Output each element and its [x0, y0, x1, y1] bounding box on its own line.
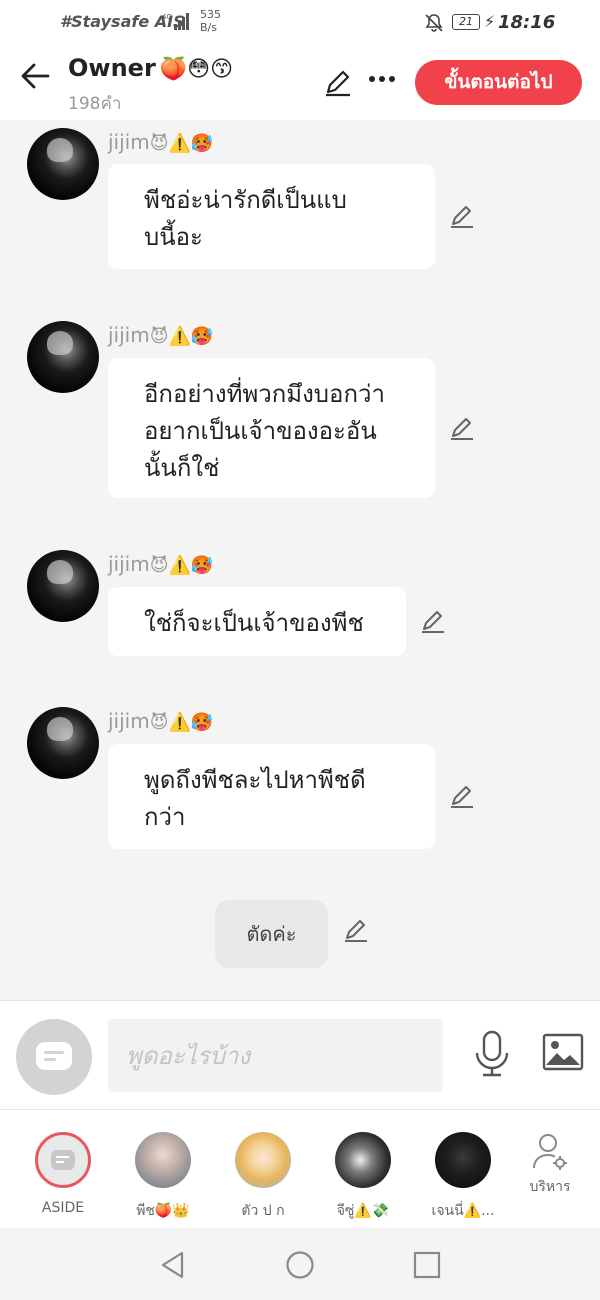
username: jijim😈⚠️🥵	[108, 323, 214, 347]
charging-icon: ⚡	[484, 12, 496, 31]
message-bubble[interactable]: อีกอย่างที่พวกมึงบอกว่า อยากเป็นเจ้าของอ…	[108, 358, 435, 498]
room-character[interactable]: จีซู่⚠️💸	[328, 1132, 398, 1222]
edit-message-icon[interactable]	[419, 607, 447, 635]
avatar[interactable]	[27, 707, 99, 779]
character-avatar	[135, 1132, 191, 1188]
username: jijim😈⚠️🥵	[108, 130, 214, 154]
edit-message-icon[interactable]	[342, 916, 370, 944]
message-bubble[interactable]: ใช่ก็จะเป็นเจ้าของพีช	[108, 587, 406, 656]
battery-icon: 21	[452, 14, 480, 30]
clock: 18:16	[498, 12, 556, 33]
manage-button[interactable]: บริหาร	[520, 1132, 580, 1198]
username: jijim😈⚠️🥵	[108, 552, 214, 576]
username: jijim😈⚠️🥵	[108, 709, 214, 733]
nav-back-icon[interactable]	[158, 1250, 188, 1280]
more-dots-icon[interactable]	[368, 64, 396, 94]
svg-text:4G: 4G	[162, 13, 172, 21]
next-step-button[interactable]: ขั้นตอนต่อไป	[415, 60, 582, 105]
message-line: พูดถึงพีชละไปหาพีชดี	[144, 766, 366, 794]
edit-message-icon[interactable]	[448, 202, 476, 230]
page-title: Owner 🍑😳😙	[68, 54, 233, 82]
chat-bubble-icon	[36, 1042, 72, 1070]
message-line: อยากเป็นเจ้าของอะอัน	[144, 417, 377, 445]
room-label: พีช🍑👑	[136, 1203, 190, 1219]
microphone-icon[interactable]	[472, 1029, 512, 1079]
word-count: 198คำ	[68, 94, 122, 114]
status-bar: #Staysafe AIS 4G 535 B/s 21 ⚡ 18:16	[0, 0, 600, 46]
edit-message-icon[interactable]	[448, 414, 476, 442]
room-character[interactable]: พีช🍑👑	[128, 1132, 198, 1222]
avatar[interactable]	[27, 321, 99, 393]
message-line: ใช่ก็จะเป็นเจ้าของพีช	[144, 609, 364, 637]
chat-area[interactable]: jijim😈⚠️🥵 พีชอ่ะน่ารักดีเป็นแบ บนี้อะ ji…	[0, 120, 600, 1000]
message-line: อีกอย่างที่พวกมึงบอกว่า	[144, 380, 385, 408]
edit-message-icon[interactable]	[448, 782, 476, 810]
narration-bubble[interactable]: ตัดค่ะ	[215, 900, 328, 968]
compose-bar	[0, 1000, 600, 1110]
character-strip: ASIDE พีช🍑👑 ตัว ป ก จีซู่⚠️💸 เจนนี่⚠️...…	[0, 1110, 600, 1228]
character-avatar	[335, 1132, 391, 1188]
avatar[interactable]	[27, 550, 99, 622]
net-speed: 535 B/s	[200, 8, 221, 34]
manage-label: บริหาร	[529, 1179, 571, 1195]
story-title: Owner	[68, 54, 156, 82]
room-character[interactable]: ตัว ป ก	[228, 1132, 298, 1222]
back-arrow-icon[interactable]	[18, 58, 54, 94]
signal-icon: 4G	[162, 13, 189, 30]
chat-header: Owner 🍑😳😙 198คำ ขั้นตอนต่อไป	[0, 46, 600, 120]
room-label: ASIDE	[41, 1200, 85, 1216]
message-line: กว่า	[144, 803, 186, 831]
room-label: เจนนี่⚠️...	[431, 1203, 495, 1219]
message-input[interactable]	[108, 1019, 443, 1092]
nav-recents-icon[interactable]	[412, 1250, 442, 1280]
chat-mode-button[interactable]	[16, 1019, 92, 1095]
edit-pencil-icon[interactable]	[322, 66, 354, 98]
room-character[interactable]: เจนนี่⚠️...	[428, 1132, 498, 1222]
message-bubble[interactable]: พีชอ่ะน่ารักดีเป็นแบ บนี้อะ	[108, 164, 435, 269]
nav-home-icon[interactable]	[285, 1250, 315, 1280]
person-gear-icon	[533, 1134, 567, 1170]
message-line: พีชอ่ะน่ารักดีเป็นแบ	[144, 186, 347, 214]
system-nav-bar	[0, 1228, 600, 1300]
room-label: จีซู่⚠️💸	[336, 1203, 390, 1219]
character-avatar	[235, 1132, 291, 1188]
aside-avatar	[35, 1132, 91, 1188]
chat-bubble-icon	[51, 1150, 75, 1170]
message-line: นั้นก็ใช่	[144, 454, 220, 482]
message-line: บนี้อะ	[144, 223, 203, 251]
title-emoji: 🍑😳😙	[159, 57, 234, 82]
bell-muted-icon	[425, 14, 443, 32]
room-label: ตัว ป ก	[241, 1203, 285, 1219]
character-avatar	[435, 1132, 491, 1188]
room-aside[interactable]: ASIDE	[28, 1132, 98, 1216]
avatar[interactable]	[27, 128, 99, 200]
message-bubble[interactable]: พูดถึงพีชละไปหาพีชดี กว่า	[108, 744, 435, 849]
image-icon[interactable]	[542, 1033, 584, 1071]
